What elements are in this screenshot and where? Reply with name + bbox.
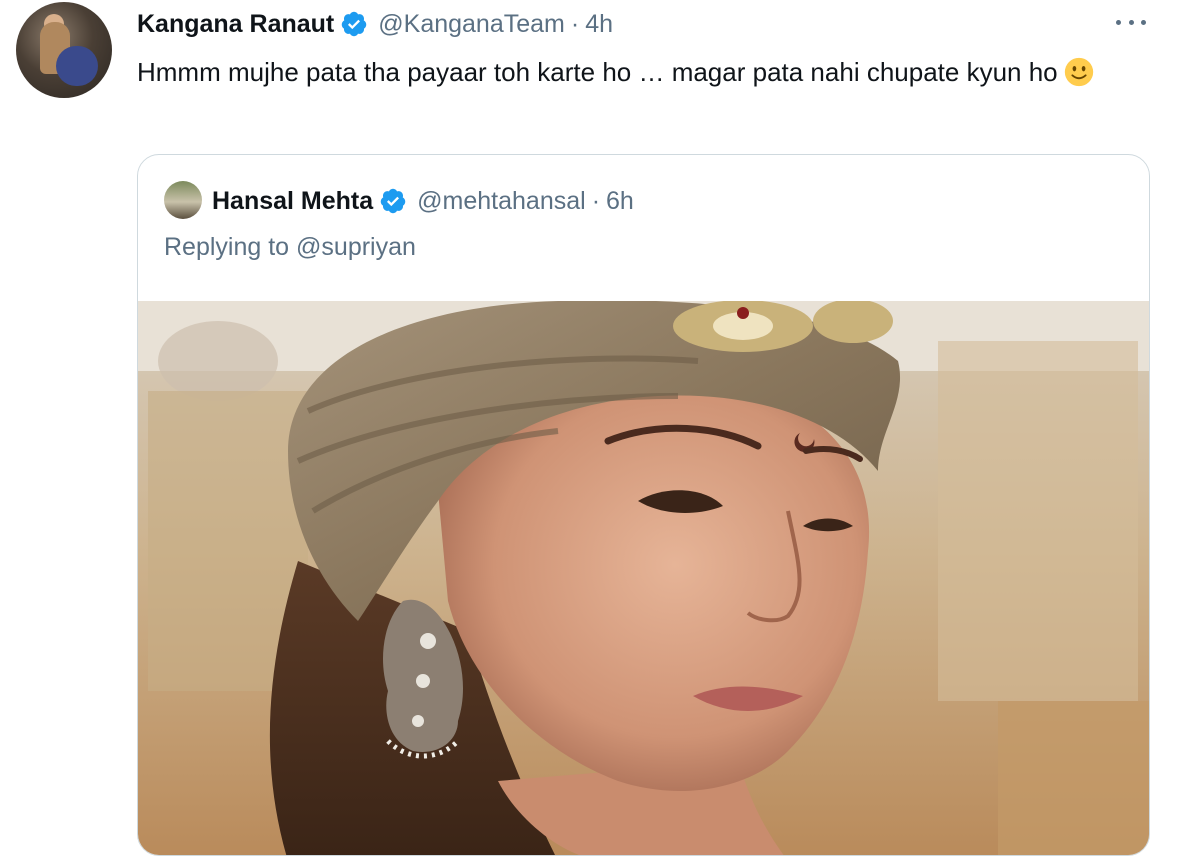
- quoted-tweet-timestamp[interactable]: 6h: [606, 187, 634, 216]
- verified-badge-icon: [340, 10, 368, 38]
- separator-dot: ·: [570, 9, 580, 38]
- author-avatar[interactable]: [16, 2, 112, 98]
- portrait-image: [138, 301, 1149, 855]
- verified-badge-icon: [379, 187, 407, 215]
- avatar-garment: [56, 46, 98, 86]
- more-options-icon[interactable]: [1116, 10, 1146, 34]
- tweet-body: Hmmm mujhe pata tha payaar toh karte ho …: [137, 57, 1058, 87]
- more-dot: [1116, 19, 1121, 25]
- slightly-smiling-face-icon: [1064, 57, 1094, 87]
- quoted-tweet-photo[interactable]: [138, 301, 1149, 855]
- more-dot: [1128, 19, 1134, 25]
- author-name[interactable]: Kangana Ranaut: [137, 10, 334, 39]
- quoted-tweet-card[interactable]: Hansal Mehta @mehtahansal · 6h Replying …: [137, 154, 1150, 856]
- replying-to-label: Replying to: [164, 233, 290, 261]
- tweet-text: Hmmm mujhe pata tha payaar toh karte ho …: [137, 52, 1167, 92]
- quoted-tweet-header: Hansal Mehta @mehtahansal · 6h: [212, 181, 634, 221]
- separator-dot: ·: [591, 186, 601, 215]
- tweet-header: Kangana Ranaut @KanganaTeam · 4h: [137, 6, 613, 42]
- quoted-author-handle[interactable]: @mehtahansal: [417, 187, 586, 216]
- replying-to-line: Replying to @supriyan: [164, 233, 416, 262]
- replying-to-mention[interactable]: @supriyan: [296, 233, 416, 261]
- quoted-author-name[interactable]: Hansal Mehta: [212, 187, 373, 216]
- more-dot: [1141, 19, 1146, 25]
- quoted-author-avatar[interactable]: [164, 181, 202, 219]
- tweet-timestamp[interactable]: 4h: [585, 10, 613, 39]
- tweet[interactable]: Kangana Ranaut @KanganaTeam · 4h Hmmm mu…: [0, 0, 1200, 856]
- author-handle[interactable]: @KanganaTeam: [378, 10, 565, 39]
